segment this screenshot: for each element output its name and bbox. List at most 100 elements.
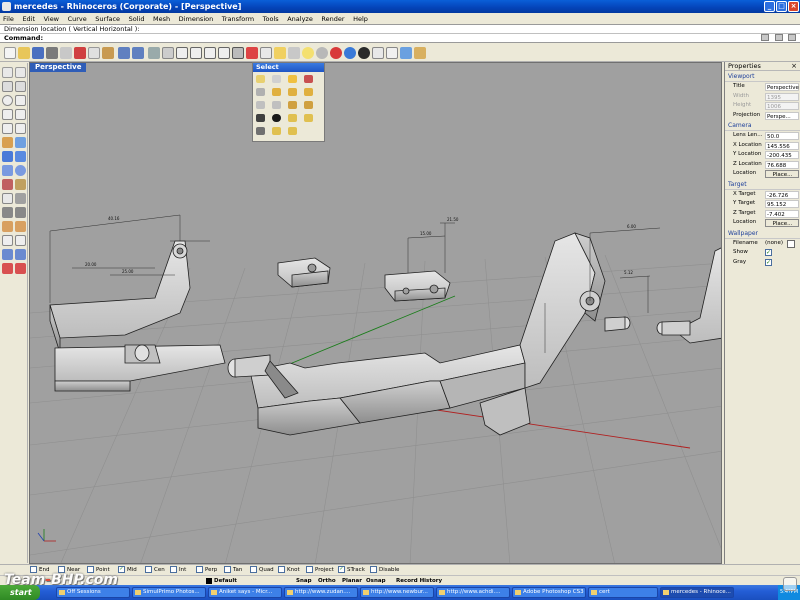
osnap-knot-checkbox[interactable]: [278, 566, 285, 573]
filename-browse-button[interactable]: [787, 239, 795, 248]
viewport-canvas[interactable]: 40.16 20.00 25.00 15.00 21.50 5.12 6.00: [30, 63, 722, 564]
osnap-cen[interactable]: Cen: [145, 565, 165, 575]
zoom-window-icon[interactable]: [176, 47, 188, 59]
select-last-icon[interactable]: [304, 75, 313, 83]
copy-object-icon[interactable]: [15, 221, 26, 232]
zoom-extents-icon[interactable]: [204, 47, 216, 59]
copy-icon[interactable]: [88, 47, 100, 59]
zoom-selected-icon[interactable]: [218, 47, 230, 59]
task-achdi[interactable]: http://www.achdi....: [436, 587, 510, 598]
section-wallpaper[interactable]: Wallpaper: [725, 230, 800, 239]
osnap-int[interactable]: Int: [170, 565, 186, 575]
osnap-mid-checkbox[interactable]: ✓: [118, 566, 125, 573]
select-lights-icon[interactable]: [272, 101, 281, 109]
y-target-field[interactable]: 95.152: [765, 200, 799, 208]
array-icon[interactable]: [2, 249, 13, 260]
view-icon[interactable]: [246, 47, 258, 59]
osnap-cen-checkbox[interactable]: [145, 566, 152, 573]
osnap-knot[interactable]: Knot: [278, 565, 300, 575]
fillet-curve-icon[interactable]: [2, 137, 13, 148]
help-icon[interactable]: [414, 47, 426, 59]
task-newbur[interactable]: http://www.newbur...: [360, 587, 434, 598]
x-target-field[interactable]: -26.726: [765, 190, 799, 199]
far-right-part[interactable]: [656, 247, 722, 344]
boolean-union-icon[interactable]: [2, 207, 13, 218]
task-simulprimo[interactable]: SimulPrimo Photos...: [132, 587, 206, 598]
x-location-field[interactable]: 145.556: [765, 141, 799, 150]
command-minimize-button[interactable]: [761, 34, 769, 41]
select-meshes-icon[interactable]: [256, 101, 265, 109]
osnap-strack[interactable]: ✓ STrack: [338, 565, 365, 575]
redo-icon[interactable]: [132, 47, 144, 59]
layer-icon[interactable]: [288, 47, 300, 59]
osnap-quad-checkbox[interactable]: [250, 566, 257, 573]
object-properties-icon[interactable]: [316, 47, 328, 59]
circle-icon[interactable]: [2, 95, 13, 106]
osnap-perp-checkbox[interactable]: [196, 566, 203, 573]
section-target[interactable]: Target: [725, 181, 800, 190]
lens-length-field[interactable]: 50.0: [765, 132, 799, 140]
render-icon[interactable]: [330, 47, 342, 59]
command-restore-button[interactable]: [774, 34, 783, 41]
cut-icon[interactable]: [74, 47, 86, 59]
extrude-icon[interactable]: [2, 151, 13, 162]
task-off-sessions[interactable]: Off Sessions: [56, 587, 130, 598]
close-button[interactable]: ×: [788, 1, 799, 12]
text-icon[interactable]: [2, 193, 13, 204]
select-points-icon[interactable]: [256, 88, 265, 96]
task-photoshop[interactable]: Adobe Photoshop CS3: [512, 587, 586, 598]
light-icon[interactable]: [302, 47, 314, 59]
select-all-icon[interactable]: [256, 75, 265, 83]
ellipse-icon[interactable]: [2, 109, 13, 120]
osnap-disable-checkbox[interactable]: [370, 566, 377, 573]
mirror-icon[interactable]: [15, 249, 26, 260]
task-cert[interactable]: cert: [588, 587, 658, 598]
osnap-perp[interactable]: Perp: [196, 565, 217, 575]
options-icon[interactable]: [400, 47, 412, 59]
boolean-difference-icon[interactable]: [15, 207, 26, 218]
polyline-icon[interactable]: [2, 81, 13, 92]
trim-icon[interactable]: [2, 263, 13, 274]
shaded-icon[interactable]: [344, 47, 356, 59]
freeform-icon[interactable]: [15, 123, 26, 134]
split-icon[interactable]: [15, 263, 26, 274]
select-surfaces-icon[interactable]: [288, 88, 297, 96]
rotate-view-icon[interactable]: [162, 47, 174, 59]
pan-icon[interactable]: [148, 47, 160, 59]
block-part-middle[interactable]: [277, 257, 331, 288]
select-closed-icon[interactable]: [288, 127, 297, 135]
polygon-icon[interactable]: [2, 123, 13, 134]
z-location-field[interactable]: 76.688: [765, 160, 799, 169]
select-layer-icon[interactable]: [304, 114, 313, 122]
grid-icon[interactable]: [260, 47, 272, 59]
section-camera[interactable]: Camera: [725, 122, 800, 131]
open-file-icon[interactable]: [18, 47, 30, 59]
select-none-icon[interactable]: [272, 75, 281, 83]
osnap-tan[interactable]: Tan: [224, 565, 242, 575]
four-viewports-icon[interactable]: [232, 47, 244, 59]
block-part-right[interactable]: [384, 270, 451, 302]
rectangle-icon[interactable]: [15, 109, 26, 120]
command-close-button[interactable]: [788, 34, 797, 41]
task-zudan[interactable]: http://www.zudan....: [284, 587, 358, 598]
minimize-button[interactable]: _: [764, 1, 775, 12]
select-dimensions-icon[interactable]: [288, 101, 297, 109]
osnap-project[interactable]: Project: [306, 565, 334, 575]
osnap-tan-checkbox[interactable]: [224, 566, 231, 573]
viewport-title-tab[interactable]: Perspective: [30, 63, 87, 72]
print-icon[interactable]: [46, 47, 58, 59]
scale-icon[interactable]: [15, 235, 26, 246]
select-bad-objects-icon[interactable]: [256, 127, 265, 135]
point-icon[interactable]: [15, 67, 26, 78]
osnap-mid[interactable]: ✓ Mid: [118, 565, 137, 575]
gray-checkbox[interactable]: ✓: [765, 258, 772, 266]
select-annotations-icon[interactable]: [304, 101, 313, 109]
rendered-icon[interactable]: [358, 47, 370, 59]
box-icon[interactable]: [2, 165, 13, 176]
osnap-quad[interactable]: Quad: [250, 565, 274, 575]
group-icon[interactable]: [15, 193, 26, 204]
surface-icon[interactable]: [15, 137, 26, 148]
xray-icon[interactable]: [386, 47, 398, 59]
mesh-icon[interactable]: [2, 179, 13, 190]
task-aniket-says[interactable]: Aniket says - Micr...: [208, 587, 282, 598]
